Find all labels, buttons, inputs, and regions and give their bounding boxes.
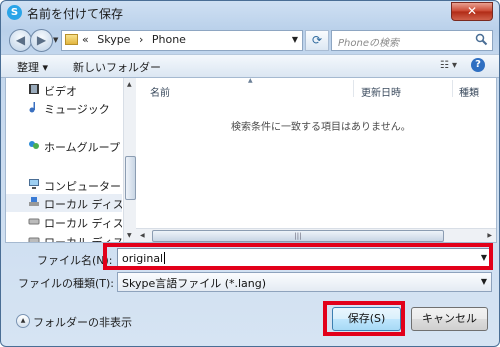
nav-item-label: ローカル ディス bbox=[44, 198, 122, 211]
scroll-down-icon[interactable]: ▼ bbox=[127, 232, 132, 239]
navigation-pane: ビデオ ミュージック ホームグループ コンピューター ローカル ディス ローカル… bbox=[6, 78, 122, 242]
address-dropdown-icon[interactable]: ▼ bbox=[292, 35, 298, 44]
cancel-button[interactable]: キャンセル bbox=[411, 307, 488, 331]
collapse-up-icon[interactable]: ▲ bbox=[16, 314, 30, 328]
dialog-title: 名前を付けて保存 bbox=[27, 7, 124, 21]
view-options-icon[interactable]: ☷ ▾ bbox=[440, 60, 457, 71]
breadcrumb-skype[interactable]: Skype bbox=[97, 33, 130, 46]
filename-label: ファイル名(N): bbox=[37, 254, 113, 267]
filetype-value: Skype言語ファイル (*.lang) bbox=[122, 277, 267, 290]
organize-button[interactable]: 整理 ▾ bbox=[17, 59, 48, 75]
filetype-dropdown-icon[interactable]: ▼ bbox=[481, 277, 487, 286]
hide-folders-label[interactable]: フォルダーの非表示 bbox=[33, 314, 132, 330]
forward-button[interactable]: ▶ bbox=[30, 29, 53, 52]
music-icon bbox=[29, 102, 35, 113]
command-toolbar: 整理 ▾ 新しいフォルダー ☷ ▾ ? bbox=[1, 54, 499, 78]
nav-item-label: ホームグループ bbox=[44, 141, 121, 154]
column-header-type[interactable]: 種類 bbox=[459, 84, 479, 106]
save-highlight-frame bbox=[323, 301, 405, 336]
refresh-button[interactable]: ⟳ bbox=[305, 30, 329, 51]
scrollbar-thumb[interactable]: ||| bbox=[152, 230, 444, 242]
nav-item-local-disk-e[interactable]: ローカル ディス bbox=[6, 232, 122, 242]
column-divider[interactable] bbox=[452, 80, 453, 97]
column-header-modified[interactable]: 更新日時 bbox=[361, 84, 401, 106]
empty-list-message: 検索条件に一致する項目はありません。 bbox=[231, 122, 411, 133]
browser-area: ビデオ ミュージック ホームグループ コンピューター ローカル ディス ローカル… bbox=[5, 77, 497, 243]
scroll-left-icon[interactable]: ◀ bbox=[140, 232, 145, 239]
computer-icon bbox=[29, 179, 39, 189]
address-row: ◀ ▶ ▼ « Skype › Phone ▼ ⟳ Phoneの検索 bbox=[1, 27, 499, 53]
search-icon[interactable] bbox=[475, 33, 488, 46]
recent-pages-dropdown-icon[interactable]: ▼ bbox=[53, 36, 58, 44]
scrollbar-thumb[interactable] bbox=[125, 156, 136, 200]
nav-item-label: ローカル ディス bbox=[44, 234, 122, 242]
nav-item-local-disk-d[interactable]: ローカル ディス bbox=[6, 213, 122, 231]
filename-highlight-frame bbox=[103, 243, 493, 270]
folder-icon bbox=[65, 34, 78, 45]
nav-item-local-disk-c[interactable]: ローカル ディス bbox=[6, 194, 122, 212]
scroll-up-icon[interactable]: ▲ bbox=[127, 81, 132, 88]
nav-item-video[interactable]: ビデオ bbox=[6, 81, 122, 99]
nav-pane-scrollbar[interactable]: ▲ ▼ bbox=[123, 78, 136, 242]
drive-icon bbox=[28, 237, 40, 242]
search-input[interactable]: Phoneの検索 bbox=[331, 30, 493, 51]
horizontal-scrollbar[interactable]: ◀ ||| ▶ bbox=[136, 228, 496, 242]
close-button[interactable]: ✕ bbox=[451, 2, 493, 21]
filetype-select[interactable]: Skype言語ファイル (*.lang) ▼ bbox=[117, 272, 492, 292]
nav-item-homegroup[interactable]: ホームグループ bbox=[6, 137, 122, 155]
back-button[interactable]: ◀ bbox=[9, 29, 32, 52]
drive-icon bbox=[29, 197, 39, 206]
sort-arrow-icon: ▲ bbox=[248, 77, 253, 84]
column-divider[interactable] bbox=[353, 80, 354, 97]
video-icon bbox=[29, 84, 39, 94]
nav-item-computer[interactable]: コンピューター bbox=[6, 176, 122, 194]
column-header-name[interactable]: 名前 bbox=[150, 84, 170, 106]
nav-item-label: ビデオ bbox=[44, 85, 77, 98]
breadcrumb-separator-icon[interactable]: › bbox=[139, 33, 143, 46]
nav-item-label: ローカル ディス bbox=[44, 217, 122, 230]
nav-item-label: コンピューター bbox=[44, 180, 121, 193]
homegroup-icon bbox=[29, 141, 39, 149]
nav-item-music[interactable]: ミュージック bbox=[6, 99, 122, 117]
breadcrumb-overflow[interactable]: « bbox=[82, 33, 89, 46]
nav-item-label: ミュージック bbox=[44, 103, 110, 116]
file-list: 名前 ▲ 更新日時 種類 検索条件に一致する項目はありません。 bbox=[136, 77, 496, 242]
drive-icon bbox=[28, 218, 40, 225]
address-bar[interactable]: « Skype › Phone ▼ bbox=[61, 30, 303, 51]
breadcrumb: « Skype › Phone bbox=[82, 33, 186, 46]
help-icon[interactable]: ? bbox=[471, 58, 485, 72]
breadcrumb-phone[interactable]: Phone bbox=[152, 33, 186, 46]
scroll-right-icon[interactable]: ▶ bbox=[487, 232, 492, 239]
search-placeholder: Phoneの検索 bbox=[338, 38, 399, 49]
title-bar: S 名前を付けて保存 ✕ bbox=[1, 1, 499, 25]
new-folder-button[interactable]: 新しいフォルダー bbox=[73, 59, 161, 75]
skype-app-icon: S bbox=[7, 5, 22, 20]
save-as-dialog: S 名前を付けて保存 ✕ ◀ ▶ ▼ « Skype › Phone ▼ ⟳ P… bbox=[0, 0, 500, 347]
filetype-label: ファイルの種類(T): bbox=[18, 277, 115, 290]
